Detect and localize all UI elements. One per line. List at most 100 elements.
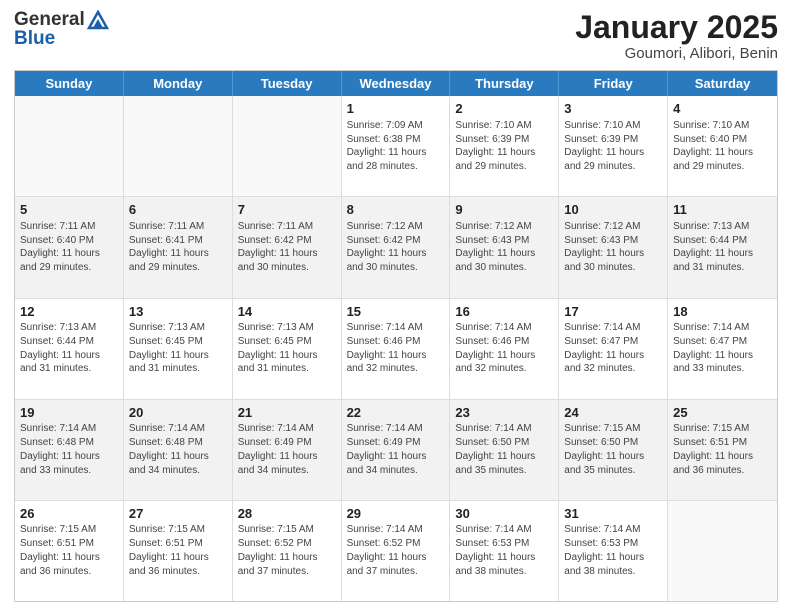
day-info: Sunrise: 7:13 AM Sunset: 6:44 PM Dayligh… <box>20 322 100 374</box>
day-number: 6 <box>129 201 227 219</box>
calendar-cell: 14Sunrise: 7:13 AM Sunset: 6:45 PM Dayli… <box>233 299 342 399</box>
calendar-header: Sunday Monday Tuesday Wednesday Thursday… <box>15 71 777 96</box>
day-info: Sunrise: 7:14 AM Sunset: 6:52 PM Dayligh… <box>347 524 427 576</box>
day-number: 29 <box>347 505 445 523</box>
day-info: Sunrise: 7:15 AM Sunset: 6:51 PM Dayligh… <box>673 423 753 475</box>
header-sunday: Sunday <box>15 71 124 96</box>
calendar-cell: 19Sunrise: 7:14 AM Sunset: 6:48 PM Dayli… <box>15 400 124 500</box>
calendar-cell: 29Sunrise: 7:14 AM Sunset: 6:52 PM Dayli… <box>342 501 451 601</box>
calendar-cell: 28Sunrise: 7:15 AM Sunset: 6:52 PM Dayli… <box>233 501 342 601</box>
day-info: Sunrise: 7:14 AM Sunset: 6:47 PM Dayligh… <box>564 322 644 374</box>
header-tuesday: Tuesday <box>233 71 342 96</box>
day-number: 15 <box>347 303 445 321</box>
header: General Blue January 2025 Goumori, Alibo… <box>14 10 778 62</box>
logo: General Blue <box>14 10 109 50</box>
calendar-week-5: 26Sunrise: 7:15 AM Sunset: 6:51 PM Dayli… <box>15 501 777 601</box>
calendar-cell: 24Sunrise: 7:15 AM Sunset: 6:50 PM Dayli… <box>559 400 668 500</box>
day-number: 25 <box>673 404 772 422</box>
day-number: 24 <box>564 404 662 422</box>
day-info: Sunrise: 7:14 AM Sunset: 6:46 PM Dayligh… <box>455 322 535 374</box>
day-number: 7 <box>238 201 336 219</box>
day-number: 23 <box>455 404 553 422</box>
day-number: 26 <box>20 505 118 523</box>
day-number: 11 <box>673 201 772 219</box>
calendar-cell: 21Sunrise: 7:14 AM Sunset: 6:49 PM Dayli… <box>233 400 342 500</box>
calendar-cell: 31Sunrise: 7:14 AM Sunset: 6:53 PM Dayli… <box>559 501 668 601</box>
day-info: Sunrise: 7:11 AM Sunset: 6:40 PM Dayligh… <box>20 221 100 273</box>
calendar-cell <box>233 96 342 196</box>
header-saturday: Saturday <box>668 71 777 96</box>
day-info: Sunrise: 7:13 AM Sunset: 6:45 PM Dayligh… <box>129 322 209 374</box>
calendar-week-4: 19Sunrise: 7:14 AM Sunset: 6:48 PM Dayli… <box>15 400 777 501</box>
calendar: Sunday Monday Tuesday Wednesday Thursday… <box>14 70 778 602</box>
day-number: 18 <box>673 303 772 321</box>
day-number: 31 <box>564 505 662 523</box>
calendar-cell: 5 Sunrise: 7:11 AM Sunset: 6:40 PM Daylig… <box>15 197 124 297</box>
calendar-cell: 30Sunrise: 7:14 AM Sunset: 6:53 PM Dayli… <box>450 501 559 601</box>
page: General Blue January 2025 Goumori, Alibo… <box>0 0 792 612</box>
calendar-cell: 17Sunrise: 7:14 AM Sunset: 6:47 PM Dayli… <box>559 299 668 399</box>
day-number: 30 <box>455 505 553 523</box>
title-block: January 2025 Goumori, Alibori, Benin <box>575 10 778 62</box>
header-thursday: Thursday <box>450 71 559 96</box>
day-info: Sunrise: 7:11 AM Sunset: 6:41 PM Dayligh… <box>129 221 209 273</box>
calendar-week-2: 5 Sunrise: 7:11 AM Sunset: 6:40 PM Daylig… <box>15 197 777 298</box>
day-info: Sunrise: 7:09 AM Sunset: 6:38 PM Dayligh… <box>347 120 427 172</box>
day-number: 8 <box>347 201 445 219</box>
day-number: 19 <box>20 404 118 422</box>
day-info: Sunrise: 7:14 AM Sunset: 6:53 PM Dayligh… <box>564 524 644 576</box>
calendar-cell <box>124 96 233 196</box>
calendar-cell: 9 Sunrise: 7:12 AM Sunset: 6:43 PM Daylig… <box>450 197 559 297</box>
day-number: 10 <box>564 201 662 219</box>
header-monday: Monday <box>124 71 233 96</box>
day-number: 5 <box>20 201 118 219</box>
calendar-cell: 25Sunrise: 7:15 AM Sunset: 6:51 PM Dayli… <box>668 400 777 500</box>
calendar-cell: 12Sunrise: 7:13 AM Sunset: 6:44 PM Dayli… <box>15 299 124 399</box>
calendar-cell <box>668 501 777 601</box>
day-number: 14 <box>238 303 336 321</box>
calendar-cell: 13Sunrise: 7:13 AM Sunset: 6:45 PM Dayli… <box>124 299 233 399</box>
day-number: 13 <box>129 303 227 321</box>
header-friday: Friday <box>559 71 668 96</box>
day-info: Sunrise: 7:12 AM Sunset: 6:43 PM Dayligh… <box>455 221 535 273</box>
day-number: 2 <box>455 100 553 118</box>
calendar-body: 1 Sunrise: 7:09 AM Sunset: 6:38 PM Daylig… <box>15 96 777 601</box>
day-info: Sunrise: 7:13 AM Sunset: 6:45 PM Dayligh… <box>238 322 318 374</box>
day-number: 12 <box>20 303 118 321</box>
day-info: Sunrise: 7:15 AM Sunset: 6:51 PM Dayligh… <box>20 524 100 576</box>
calendar-cell: 27Sunrise: 7:15 AM Sunset: 6:51 PM Dayli… <box>124 501 233 601</box>
calendar-cell: 4 Sunrise: 7:10 AM Sunset: 6:40 PM Daylig… <box>668 96 777 196</box>
location: Goumori, Alibori, Benin <box>575 45 778 62</box>
day-number: 17 <box>564 303 662 321</box>
calendar-week-3: 12Sunrise: 7:13 AM Sunset: 6:44 PM Dayli… <box>15 299 777 400</box>
day-info: Sunrise: 7:14 AM Sunset: 6:49 PM Dayligh… <box>347 423 427 475</box>
day-info: Sunrise: 7:14 AM Sunset: 6:48 PM Dayligh… <box>20 423 100 475</box>
calendar-cell: 18Sunrise: 7:14 AM Sunset: 6:47 PM Dayli… <box>668 299 777 399</box>
calendar-cell: 26Sunrise: 7:15 AM Sunset: 6:51 PM Dayli… <box>15 501 124 601</box>
logo-icon <box>87 10 109 30</box>
calendar-cell: 22Sunrise: 7:14 AM Sunset: 6:49 PM Dayli… <box>342 400 451 500</box>
day-number: 4 <box>673 100 772 118</box>
day-info: Sunrise: 7:14 AM Sunset: 6:49 PM Dayligh… <box>238 423 318 475</box>
calendar-cell: 2 Sunrise: 7:10 AM Sunset: 6:39 PM Daylig… <box>450 96 559 196</box>
day-info: Sunrise: 7:10 AM Sunset: 6:39 PM Dayligh… <box>455 120 535 172</box>
calendar-cell: 8 Sunrise: 7:12 AM Sunset: 6:42 PM Daylig… <box>342 197 451 297</box>
calendar-cell: 11 Sunrise: 7:13 AM Sunset: 6:44 PM Dayli… <box>668 197 777 297</box>
day-info: Sunrise: 7:13 AM Sunset: 6:44 PM Dayligh… <box>673 221 753 273</box>
day-number: 16 <box>455 303 553 321</box>
day-info: Sunrise: 7:14 AM Sunset: 6:46 PM Dayligh… <box>347 322 427 374</box>
day-info: Sunrise: 7:15 AM Sunset: 6:51 PM Dayligh… <box>129 524 209 576</box>
calendar-week-1: 1 Sunrise: 7:09 AM Sunset: 6:38 PM Daylig… <box>15 96 777 197</box>
day-number: 1 <box>347 100 445 118</box>
day-info: Sunrise: 7:11 AM Sunset: 6:42 PM Dayligh… <box>238 221 318 273</box>
calendar-cell: 7 Sunrise: 7:11 AM Sunset: 6:42 PM Daylig… <box>233 197 342 297</box>
calendar-cell: 6 Sunrise: 7:11 AM Sunset: 6:41 PM Daylig… <box>124 197 233 297</box>
logo-blue: Blue <box>14 29 55 50</box>
day-number: 9 <box>455 201 553 219</box>
day-info: Sunrise: 7:14 AM Sunset: 6:47 PM Dayligh… <box>673 322 753 374</box>
day-number: 28 <box>238 505 336 523</box>
month-year: January 2025 <box>575 10 778 45</box>
day-info: Sunrise: 7:10 AM Sunset: 6:40 PM Dayligh… <box>673 120 753 172</box>
day-info: Sunrise: 7:12 AM Sunset: 6:42 PM Dayligh… <box>347 221 427 273</box>
calendar-cell: 15Sunrise: 7:14 AM Sunset: 6:46 PM Dayli… <box>342 299 451 399</box>
